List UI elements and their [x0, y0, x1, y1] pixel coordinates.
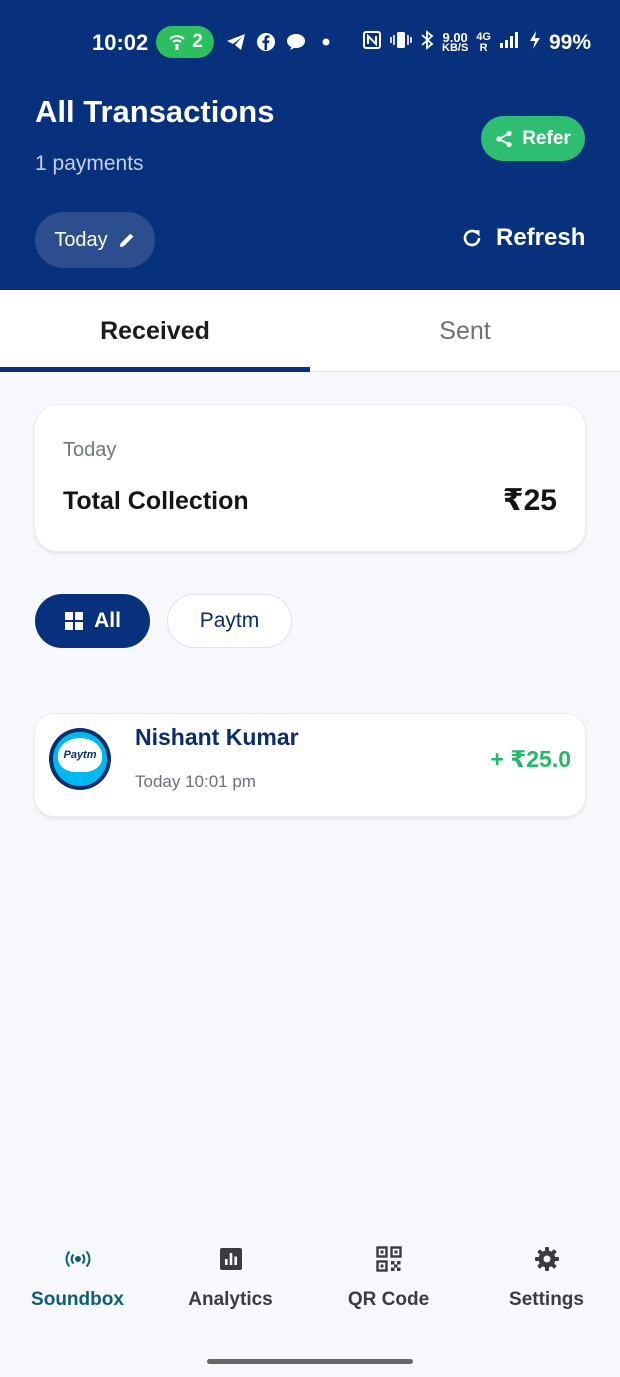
nav-settings[interactable]: Settings [469, 1225, 620, 1325]
page-title: All Transactions [35, 94, 275, 129]
nav-analytics[interactable]: Analytics [153, 1225, 308, 1325]
payer-name: Nishant Kumar [135, 724, 299, 750]
active-tab-indicator [0, 367, 310, 372]
network-type-label: 4G [476, 30, 491, 43]
filter-all-label: All [94, 609, 121, 632]
transaction-row[interactable]: Paytm Nishant Kumar Today 10:01 pm + ₹25… [34, 713, 586, 817]
nav-soundbox-label: Soundbox [31, 1289, 124, 1310]
nav-soundbox[interactable]: Soundbox [0, 1225, 155, 1325]
tab-sent[interactable]: Sent [310, 290, 620, 372]
refresh-label: Refresh [496, 224, 586, 251]
gear-icon [531, 1243, 563, 1275]
share-icon [496, 130, 512, 147]
hotspot-icon [169, 35, 185, 50]
tab-sent-label: Sent [439, 316, 491, 345]
hotspot-pill: 2 [156, 26, 214, 58]
network-speed: 9.00 KB/S [442, 29, 469, 54]
filter-paytm-chip[interactable]: Paytm [167, 594, 292, 648]
home-indicator[interactable] [207, 1359, 413, 1364]
nav-qr-code[interactable]: QR Code [311, 1225, 466, 1325]
nav-qr-code-label: QR Code [347, 1289, 430, 1310]
analytics-icon [215, 1243, 247, 1275]
grid-icon [65, 612, 84, 630]
soundbox-icon [62, 1243, 94, 1275]
nav-analytics-label: Analytics [188, 1289, 273, 1310]
collection-amount: ₹25 [502, 484, 557, 517]
roaming-r: R [479, 41, 488, 54]
paytm-logo-icon: Paytm [49, 728, 111, 790]
battery-level: 99% [548, 30, 591, 54]
tab-received[interactable]: Received [0, 290, 310, 372]
signal-icon [499, 31, 521, 54]
qr-code-icon [373, 1243, 405, 1275]
tab-received-label: Received [100, 316, 210, 345]
dot-icon [314, 30, 338, 54]
total-collection-card: Today Total Collection ₹25 [34, 404, 586, 552]
bluetooth-icon [420, 30, 434, 55]
charging-icon [529, 30, 541, 55]
filter-paytm-label: Paytm [199, 609, 260, 632]
nfc-icon [362, 30, 382, 55]
filter-all-chip[interactable]: All [35, 594, 150, 648]
speed-value: 9.00 [442, 29, 468, 45]
vibrate-icon [390, 30, 412, 55]
status-time: 10:02 [92, 30, 149, 55]
status-right: 9.00 KB/S 4G R 99% [362, 30, 591, 55]
nav-settings-label: Settings [509, 1289, 584, 1310]
transaction-tabs: Received Sent [0, 290, 620, 372]
date-filter-label: Today [54, 228, 108, 251]
facebook-icon [254, 30, 278, 54]
refresh-button[interactable]: Refresh [460, 224, 585, 252]
hotspot-count: 2 [192, 31, 203, 52]
refresh-icon [463, 229, 481, 247]
payments-count: 1 payments [35, 152, 144, 175]
collection-period: Today [63, 439, 117, 461]
date-filter-chip[interactable]: Today [35, 212, 155, 268]
bottom-navigation: Soundbox Analytics QR Code Settings [0, 1225, 620, 1335]
telegram-icon [224, 30, 248, 54]
collection-label: Total Collection [63, 487, 249, 515]
refer-button[interactable]: Refer [481, 116, 585, 161]
app-header: 10:02 2 9.00 KB/S 4G R 99% All Transacti… [0, 0, 620, 290]
network-type: 4G R [476, 30, 491, 54]
transaction-amount: + ₹25.0 [490, 746, 571, 772]
chat-icon [284, 30, 308, 54]
edit-pencil-icon [119, 233, 134, 247]
status-bar: 10:02 2 9.00 KB/S 4G R 99% [0, 22, 620, 64]
refer-label: Refer [522, 127, 571, 149]
speed-unit: KB/S [442, 41, 469, 54]
transaction-time: Today 10:01 pm [135, 772, 256, 791]
